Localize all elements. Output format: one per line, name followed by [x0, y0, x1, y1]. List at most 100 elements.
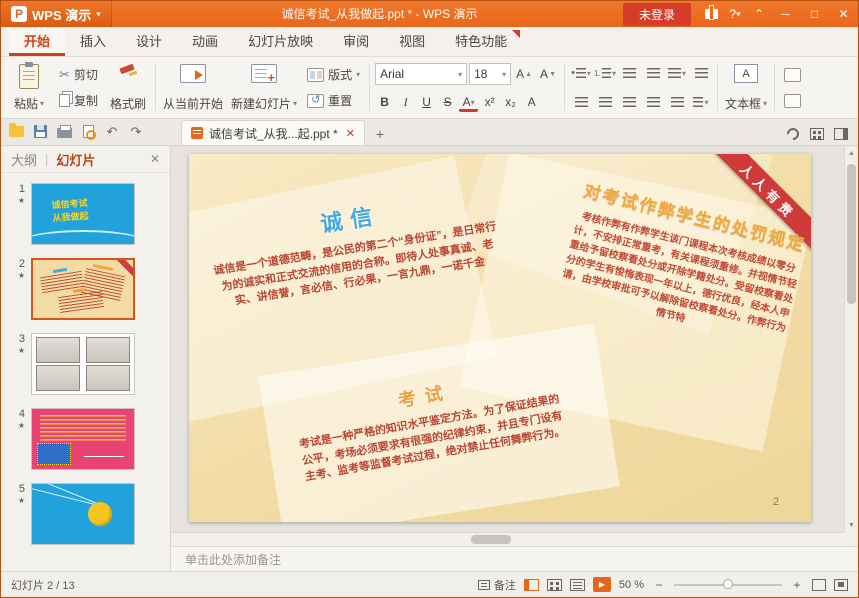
- redo-button[interactable]: ↷: [125, 121, 147, 143]
- format-painter-button[interactable]: 格式刷: [104, 60, 152, 115]
- vertical-scrollbar[interactable]: ▲ ▼: [844, 146, 858, 532]
- bold-button[interactable]: B: [375, 92, 394, 112]
- scroll-up-icon[interactable]: ▲: [845, 146, 858, 160]
- paste-button[interactable]: 粘贴 ▾: [5, 60, 53, 115]
- collapse-ribbon-button[interactable]: ⌃: [747, 1, 771, 27]
- help-button[interactable]: ? ▾: [723, 1, 747, 27]
- slide-2-thumbnail-selected[interactable]: [31, 258, 135, 320]
- undo-icon: ↶: [106, 123, 118, 139]
- select-button[interactable]: [778, 88, 807, 113]
- slide-page-number: 2: [772, 496, 779, 508]
- open-button[interactable]: [5, 121, 27, 143]
- new-slide-button[interactable]: 新建幻灯片▾: [227, 60, 301, 115]
- increase-indent-button[interactable]: [642, 63, 664, 83]
- app-menu-button[interactable]: P WPS 演示 ▾: [1, 1, 112, 27]
- subscript-button[interactable]: x₂: [501, 92, 520, 112]
- fullscreen-button[interactable]: [834, 578, 848, 591]
- decrease-indent-button[interactable]: [618, 63, 640, 83]
- horizontal-scroll-thumb[interactable]: [471, 535, 511, 544]
- undo-button[interactable]: ↶: [101, 121, 123, 143]
- clear-format-button[interactable]: A: [522, 92, 541, 112]
- transition-star-icon: ★: [17, 196, 25, 205]
- zoom-out-button[interactable]: −: [652, 578, 666, 592]
- transition-star-icon: ★: [17, 346, 25, 355]
- close-button[interactable]: ✕: [829, 1, 858, 27]
- save-button[interactable]: [29, 121, 51, 143]
- workspace-button[interactable]: [806, 123, 828, 145]
- cut-button[interactable]: ✂ 剪切: [53, 62, 104, 87]
- maximize-button[interactable]: □: [800, 1, 829, 27]
- plus-icon: +: [375, 126, 385, 142]
- normal-view-button[interactable]: [523, 578, 539, 591]
- line-spacing-button[interactable]: ▾: [666, 63, 688, 83]
- underline-button[interactable]: U: [417, 92, 436, 112]
- minimize-button[interactable]: ─: [771, 1, 800, 27]
- play-from-current-button[interactable]: 从当前开始: [159, 60, 227, 115]
- slide-3-thumbnail[interactable]: [31, 333, 135, 395]
- login-button[interactable]: 未登录: [622, 2, 691, 26]
- zoom-slider-thumb[interactable]: [723, 578, 733, 589]
- reading-view-button[interactable]: [569, 578, 585, 591]
- print-button[interactable]: [53, 121, 75, 143]
- slide-4-thumbnail[interactable]: [31, 408, 135, 470]
- italic-button[interactable]: I: [396, 92, 415, 112]
- notes-toggle-button[interactable]: 备注: [477, 577, 516, 593]
- columns-button[interactable]: ▾: [690, 92, 712, 112]
- zoom-in-button[interactable]: +: [790, 578, 804, 592]
- tab-special-features[interactable]: 特色功能: [440, 27, 522, 56]
- task-pane-toggle-button[interactable]: [830, 123, 852, 145]
- slides-tab[interactable]: 幻灯片: [56, 150, 95, 169]
- scroll-down-icon[interactable]: ▼: [845, 518, 858, 532]
- close-tab-icon[interactable]: ✕: [346, 127, 355, 140]
- tab-review[interactable]: 审阅: [328, 27, 384, 56]
- decrease-font-button[interactable]: A ▼: [537, 64, 559, 84]
- tab-insert[interactable]: 插入: [65, 27, 121, 56]
- numbered-list-button[interactable]: 1. ▾: [594, 63, 616, 83]
- distribute-button[interactable]: [666, 92, 688, 112]
- slide-1-thumbnail[interactable]: 诚信考试 从我做起: [31, 183, 135, 245]
- notes-input[interactable]: 单击此处添加备注: [171, 546, 858, 571]
- strikethrough-button[interactable]: S: [438, 92, 457, 112]
- font-color-button[interactable]: A ▾: [459, 95, 479, 112]
- slide-thumbnail-list: 1 ★ 诚信考试 从我做起 2 ★ 3 ★ 4 ★ 5 ★: [1, 173, 170, 545]
- chevron-down-icon: ▾: [763, 99, 768, 108]
- tab-design[interactable]: 设计: [121, 27, 177, 56]
- increase-font-button[interactable]: A ▲: [513, 64, 535, 84]
- align-right-button[interactable]: [618, 92, 640, 112]
- tab-home[interactable]: 开始: [9, 27, 66, 56]
- document-tab[interactable]: 诚信考试_从我...起.ppt * ✕: [181, 120, 365, 145]
- vertical-scroll-thumb[interactable]: [847, 164, 856, 304]
- slide-5-thumbnail[interactable]: [31, 483, 135, 545]
- copy-button[interactable]: 复制: [53, 88, 104, 113]
- zoom-slider[interactable]: [674, 578, 782, 589]
- text-direction-button[interactable]: [690, 63, 712, 83]
- slide-canvas[interactable]: 人人有责 诚信 诚信是一个道德范畴，是公民的第二个“身份证”，是日常行为的诚实和…: [189, 154, 811, 522]
- slide-sorter-view-button[interactable]: [546, 578, 562, 591]
- fit-to-window-button[interactable]: [812, 578, 826, 591]
- outline-tab[interactable]: 大纲: [11, 150, 37, 169]
- superscript-button[interactable]: x²: [480, 92, 499, 112]
- tools-button[interactable]: [782, 123, 804, 145]
- tab-slideshow[interactable]: 幻灯片放映: [233, 27, 328, 56]
- slide-panel-header: 大纲 | 幻灯片 ✕: [1, 146, 170, 173]
- new-tab-button[interactable]: +: [369, 123, 391, 145]
- font-name-select[interactable]: Arial ▾: [375, 63, 468, 85]
- reset-button[interactable]: 重置: [301, 88, 366, 113]
- font-size-select[interactable]: 18 ▾: [469, 63, 512, 85]
- align-left-button[interactable]: [570, 92, 592, 112]
- align-center-button[interactable]: [594, 92, 616, 112]
- layout-button[interactable]: 版式 ▾: [301, 62, 366, 87]
- find-button[interactable]: [778, 62, 807, 87]
- tab-view[interactable]: 视图: [384, 27, 440, 56]
- print-preview-button[interactable]: [77, 121, 99, 143]
- justify-button[interactable]: [642, 92, 664, 112]
- text-box-button[interactable]: A 文本框 ▾: [721, 60, 771, 115]
- bullet-list-button[interactable]: • ▾: [570, 63, 592, 83]
- horizontal-scrollbar[interactable]: [171, 532, 844, 546]
- tab-animation[interactable]: 动画: [177, 27, 233, 56]
- promotion-button[interactable]: [699, 1, 723, 27]
- play-slideshow-button[interactable]: ▶: [592, 577, 611, 592]
- slide-thumbnail-row: 5 ★: [1, 483, 170, 545]
- close-panel-icon[interactable]: ✕: [150, 152, 160, 166]
- text-direction-icon: [694, 67, 708, 79]
